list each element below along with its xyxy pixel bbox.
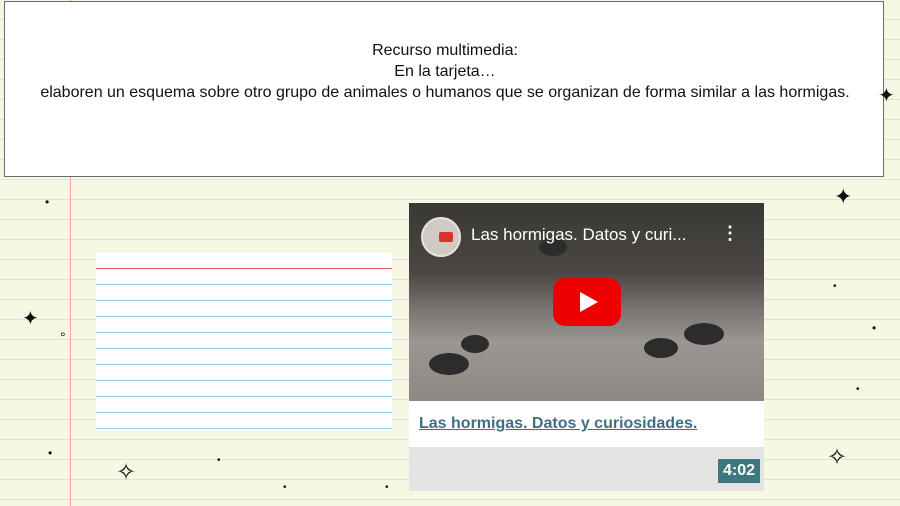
sparkle-outline-icon: ✧ [116, 459, 137, 486]
instruction-text: Recurso multimedia: En la tarjeta… elabo… [5, 40, 885, 103]
ant-shape [644, 338, 678, 358]
sparkle-icon: ✦ [834, 184, 853, 209]
instruction-body: elaboren un esquema sobre otro grupo de … [40, 84, 850, 101]
index-card-image [96, 253, 392, 431]
instruction-card: Recurso multimedia: En la tarjeta… elabo… [4, 1, 884, 177]
video-overlay-title[interactable]: Las hormigas. Datos y curi... [471, 225, 686, 245]
video-embed[interactable]: Las hormigas. Datos y curi... ⋮ Las horm… [409, 203, 764, 491]
channel-avatar-icon[interactable] [421, 217, 461, 257]
more-options-icon[interactable]: ⋮ [721, 223, 739, 244]
video-link[interactable]: Las hormigas. Datos y curiosidades. [419, 415, 697, 433]
dot-icon: • [217, 455, 221, 466]
video-thumbnail[interactable]: Las hormigas. Datos y curi... ⋮ [409, 203, 764, 401]
small-circle-icon: ° [60, 329, 66, 345]
sparkle-icon: ✦ [22, 308, 39, 330]
dot-icon: • [872, 321, 877, 335]
video-footer: 4:02 [409, 447, 764, 491]
ant-shape [429, 353, 469, 375]
dot-icon: • [45, 195, 50, 209]
sparkle-icon: ✦ [878, 85, 895, 107]
dot-icon: • [856, 384, 860, 395]
ant-shape [461, 335, 489, 353]
dot-icon: • [833, 281, 837, 292]
duration-badge: 4:02 [717, 459, 760, 483]
dot-icon: • [48, 446, 53, 460]
ant-shape [684, 323, 724, 345]
sparkle-outline-icon: ✧ [827, 444, 848, 471]
dot-icon: • [385, 482, 389, 493]
instruction-title: Recurso multimedia: [372, 42, 518, 59]
play-icon[interactable] [553, 278, 621, 326]
instruction-subtitle: En la tarjeta… [394, 63, 496, 80]
dot-icon: • [283, 482, 287, 493]
